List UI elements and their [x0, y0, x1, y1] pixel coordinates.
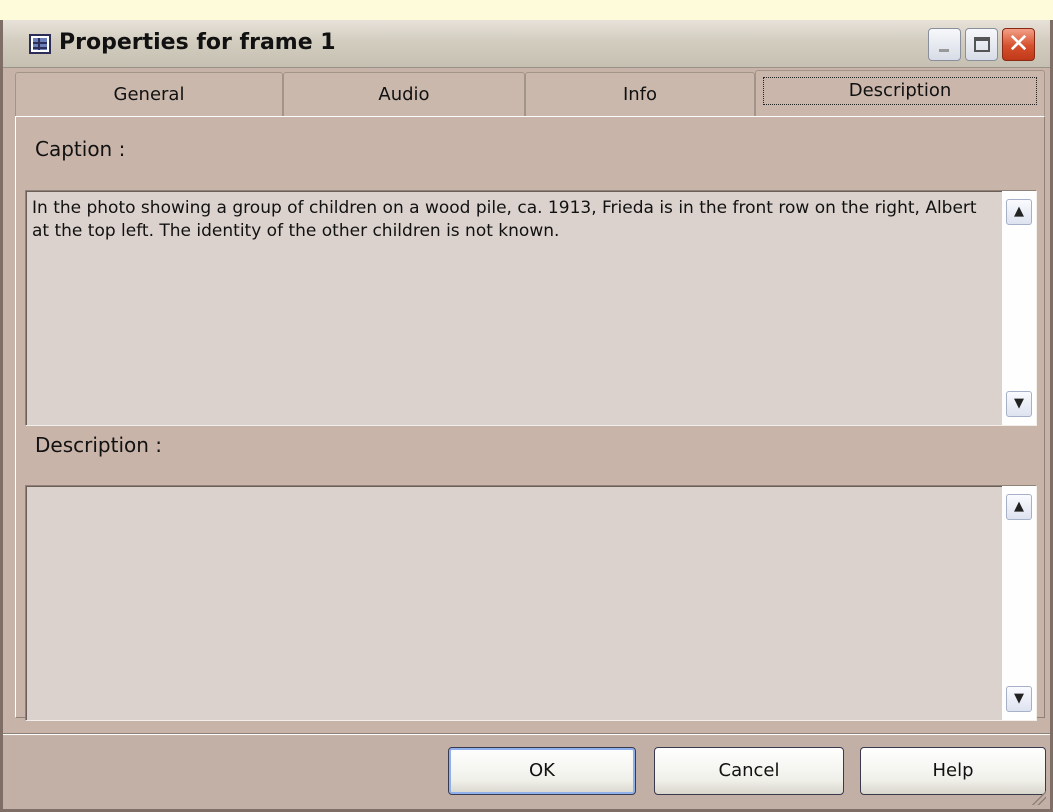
tab-audio[interactable]: Audio [283, 72, 525, 118]
close-icon: ✕ [1007, 29, 1030, 59]
resize-grip-icon[interactable] [1030, 789, 1046, 805]
caption-scrollbar[interactable]: ▲ ▼ [1002, 191, 1036, 425]
ok-button[interactable]: OK [448, 747, 636, 795]
minimize-button[interactable] [928, 28, 961, 61]
scroll-up-icon[interactable]: ▲ [1006, 199, 1032, 225]
footer-divider [3, 733, 1050, 735]
scroll-down-icon[interactable]: ▼ [1006, 686, 1032, 712]
description-scrollbar[interactable]: ▲ ▼ [1002, 486, 1036, 720]
scroll-up-icon[interactable]: ▲ [1006, 494, 1032, 520]
caption-label: Caption : [35, 137, 126, 161]
caption-textarea[interactable]: In the photo showing a group of children… [25, 190, 1037, 426]
properties-dialog: Properties for frame 1 ✕ General Audio I… [0, 20, 1053, 812]
minimize-icon [939, 49, 949, 52]
window-title: Properties for frame 1 [59, 30, 336, 55]
maximize-icon [974, 37, 990, 52]
tab-info[interactable]: Info [525, 72, 755, 118]
description-label: Description : [35, 433, 163, 457]
description-textarea[interactable]: ▲ ▼ [25, 485, 1037, 721]
caption-text: In the photo showing a group of children… [32, 198, 977, 241]
tab-description-label: Description [762, 77, 1038, 105]
close-button[interactable]: ✕ [1002, 28, 1035, 61]
help-button[interactable]: Help [860, 747, 1046, 795]
tab-general[interactable]: General [15, 72, 283, 118]
title-bar[interactable]: Properties for frame 1 ✕ [3, 20, 1050, 68]
tab-description[interactable]: Description [755, 70, 1045, 116]
cancel-button[interactable]: Cancel [654, 747, 844, 795]
maximize-button[interactable] [965, 28, 998, 61]
scroll-down-icon[interactable]: ▼ [1006, 391, 1032, 417]
properties-table-icon [29, 34, 51, 54]
